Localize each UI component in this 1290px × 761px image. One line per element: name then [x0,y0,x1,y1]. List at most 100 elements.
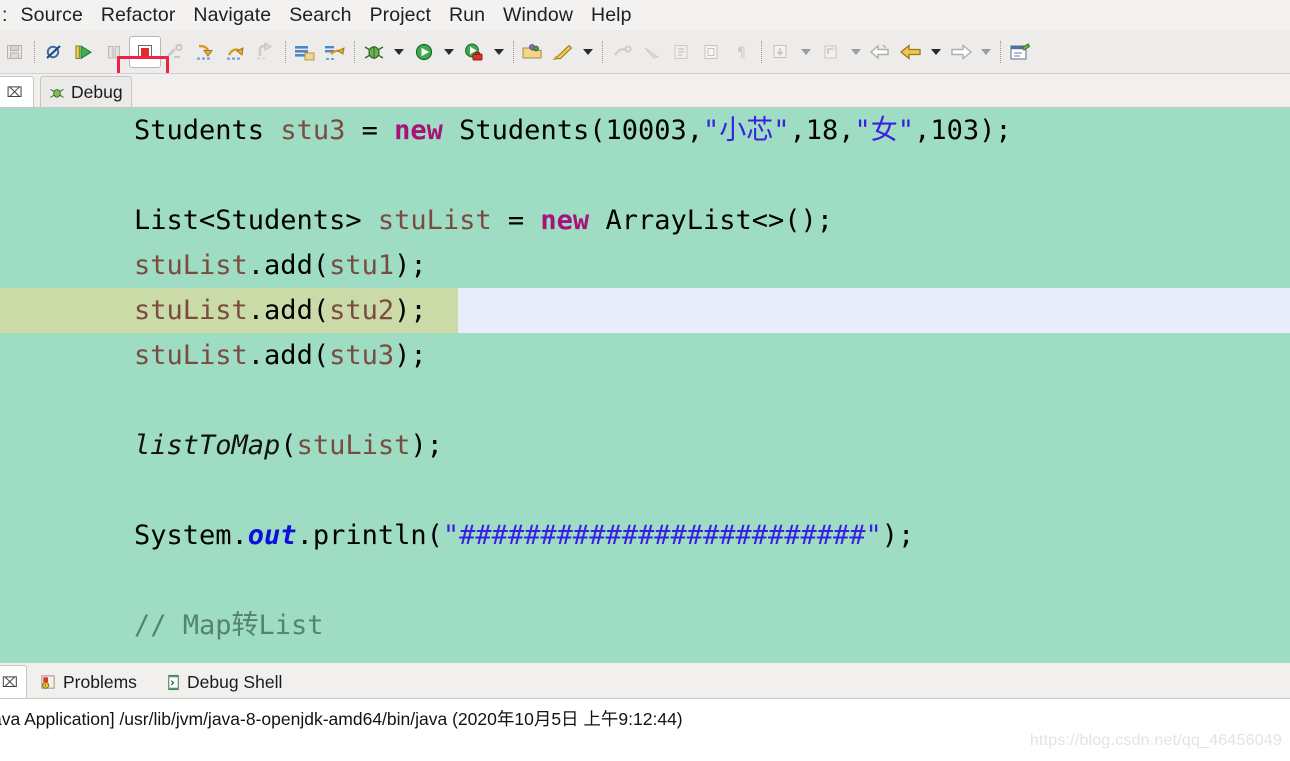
view-tab-debug-shell[interactable]: Debug Shell [158,665,290,699]
menu-item-window[interactable]: Window [494,0,582,30]
code-token: ,103); [914,115,1012,146]
view-tab-problems[interactable]: ! Problems [32,665,145,699]
open-type-icon[interactable] [518,37,548,67]
suspend-icon[interactable] [99,37,129,67]
editor-tab-debug-label: Debug [71,82,123,102]
code-token: ); [394,250,427,281]
resume-icon[interactable] [69,37,99,67]
menu-item-refactor[interactable]: Refactor [92,0,185,30]
run-icon[interactable] [409,37,439,67]
code-token: Students [134,115,281,146]
code-token: stu3 [329,340,395,371]
code-line[interactable] [0,153,1290,198]
code-token: new [394,115,443,146]
code-line[interactable]: stuList.add(stu3); [0,333,1290,378]
caret-line-selection [458,288,1290,333]
forward-dropdown-caret-icon[interactable] [976,37,996,67]
drop-to-frame-icon[interactable] [290,37,320,67]
toggle-block-selection-icon[interactable] [697,37,727,67]
menu-item-navigate[interactable]: Navigate [184,0,280,30]
code-editor[interactable]: Students stu3 = new Students(10003,"小芯",… [0,108,1290,663]
next-annotation-icon[interactable] [607,37,637,67]
console-panel[interactable]: ava Application] /usr/lib/jvm/java-8-ope… [0,699,1290,761]
code-token: listToMap [134,430,281,461]
code-token: stu2 [329,295,395,326]
skip-breakpoints-icon[interactable] [39,37,69,67]
search-dropdown-caret-icon[interactable] [578,37,598,67]
code-line[interactable] [0,468,1290,513]
code-token: Students(10003, [442,115,703,146]
terminate-icon[interactable] [129,35,161,68]
code-line[interactable]: List<Students> stuList = new ArrayList<>… [0,198,1290,243]
menu-item-project[interactable]: Project [361,0,440,30]
previous-edit-icon[interactable] [866,37,896,67]
debug-dropdown-caret-icon[interactable] [389,37,409,67]
code-token: List<Students> [134,205,378,236]
toolbar-separator-4 [509,37,518,67]
search-icon[interactable] [548,37,578,67]
code-line[interactable]: stuList.add(stu2); [0,288,1290,333]
code-token: .println( [296,520,443,551]
code-token: ); [394,340,427,371]
menu-item-help[interactable]: Help [582,0,641,30]
code-line[interactable]: listToMap(stuList); [0,423,1290,468]
menu-item-run[interactable]: Run [440,0,494,30]
code-line[interactable] [0,558,1290,603]
code-token: stuList [134,340,248,371]
code-token: ,18, [789,115,855,146]
step-return-icon[interactable] [251,37,281,67]
code-token: System. [134,520,248,551]
run-dropdown-caret-icon[interactable] [439,37,459,67]
menu-item-search[interactable]: Search [280,0,360,30]
svg-text:!: ! [45,683,47,689]
step-into-icon[interactable] [191,37,221,67]
code-token: ( [280,430,297,461]
back-history-caret-icon[interactable] [846,37,866,67]
new-java-class-icon[interactable] [1005,37,1035,67]
back-history-icon[interactable] [816,37,846,67]
toolbar-separator [30,37,39,67]
toolbar: ¶ [0,30,1290,74]
code-token: = [491,205,541,236]
toolbar-separator-6 [757,37,766,67]
toolbar-separator-2 [281,37,290,67]
coverage-icon[interactable] [459,37,489,67]
pin-editor-icon[interactable] [766,37,796,67]
coverage-dropdown-caret-icon[interactable] [489,37,509,67]
code-token: "小芯" [703,115,790,146]
code-line[interactable]: Students stu3 = new Students(10003,"小芯",… [0,108,1290,153]
close-icon[interactable]: ⌧ [6,84,22,101]
save-icon[interactable] [0,37,30,67]
editor-tab-debug[interactable]: Debug [40,76,132,108]
pin-dropdown-caret-icon[interactable] [796,37,816,67]
menu-item-clipped[interactable]: : [2,0,12,30]
code-token: out [247,520,297,551]
debug-icon[interactable] [359,37,389,67]
code-token: ArrayList<>(); [589,205,834,236]
use-step-filters-icon[interactable] [320,37,350,67]
step-over-icon[interactable] [221,37,251,67]
code-line[interactable]: System.out.println("####################… [0,513,1290,558]
close-icon[interactable]: ⌧ [2,674,18,691]
code-token: .add( [247,250,330,281]
code-token: "女" [854,115,915,146]
back-dropdown-caret-icon[interactable] [926,37,946,67]
previous-annotation-icon[interactable] [637,37,667,67]
debug-icon [49,85,65,101]
code-token: .add( [247,295,330,326]
problems-icon: ! [40,674,57,691]
editor-tab-java[interactable]: va ⌧ [0,76,34,108]
back-icon[interactable] [896,37,926,67]
view-tab-debug-shell-label: Debug Shell [187,671,283,692]
disconnect-icon[interactable] [161,37,191,67]
menu-bar: : Source Refactor Navigate Search Projec… [0,0,1290,30]
last-edit-location-icon[interactable] [667,37,697,67]
view-tab-problems-label: Problems [63,671,137,692]
code-line[interactable] [0,378,1290,423]
menu-item-source[interactable]: Source [12,0,92,30]
view-tab-console[interactable]: e ⌧ [0,665,27,699]
code-line[interactable]: // Map转List [0,603,1290,648]
code-line[interactable]: stuList.add(stu1); [0,243,1290,288]
show-whitespace-icon[interactable]: ¶ [727,37,757,67]
forward-icon[interactable] [946,37,976,67]
